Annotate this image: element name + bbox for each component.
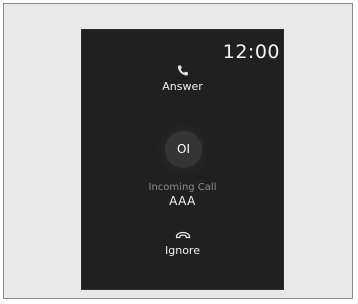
ignore-label: Ignore — [165, 244, 200, 257]
phone-icon — [177, 65, 188, 76]
hang-up-icon — [175, 231, 190, 239]
answer-button[interactable]: Answer — [82, 64, 283, 93]
caller-name: AAA — [169, 194, 196, 208]
answer-label: Answer — [162, 80, 203, 93]
incoming-call-screen: 12:00 Answer OI Incoming Call AAA Ignore — [81, 29, 284, 290]
ignore-button[interactable]: Ignore — [82, 228, 283, 257]
caller-initials: OI — [177, 142, 190, 156]
caller-avatar: OI — [165, 131, 202, 168]
call-status: Incoming Call — [148, 182, 217, 193]
page-frame: 12:00 Answer OI Incoming Call AAA Ignore — [3, 3, 353, 299]
caller-info: Incoming Call AAA — [82, 182, 283, 208]
clock-display: 12:00 — [222, 41, 280, 63]
